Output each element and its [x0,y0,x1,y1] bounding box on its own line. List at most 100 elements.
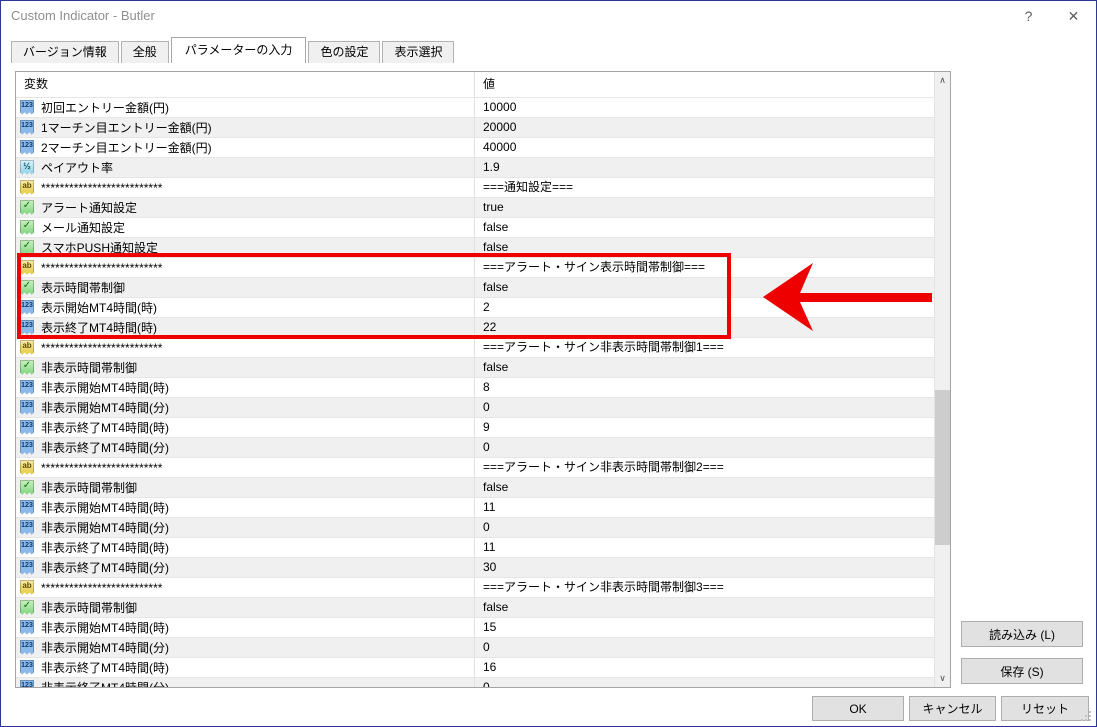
table-row[interactable]: ½ ペイアウト率 1.9 [16,158,934,178]
table-row[interactable]: 123 非表示終了MT4時間(時) 9 [16,418,934,438]
table-row[interactable]: 123 非表示開始MT4時間(分) 0 [16,638,934,658]
tab-colors[interactable]: 色の設定 [308,41,381,63]
table-row[interactable]: 123 非表示開始MT4時間(分) 0 [16,518,934,538]
bool-param-icon: ✓ [20,239,34,255]
table-row[interactable]: ✓ 非表示時間帯制御 false [16,358,934,378]
param-name: 非表示時間帯制御 [41,601,138,615]
param-value[interactable]: false [474,598,934,617]
table-row[interactable]: ✓ 非表示時間帯制御 false [16,478,934,498]
param-name: 非表示開始MT4時間(分) [41,401,169,415]
param-value[interactable]: false [474,478,934,497]
string-param-icon: ab [20,259,34,275]
table-row[interactable]: 123 表示終了MT4時間(時) 22 [16,318,934,338]
param-value[interactable]: 20000 [474,118,934,137]
table-row[interactable]: ✓ アラート通知設定 true [16,198,934,218]
table-row[interactable]: ab ************************** ===アラート・サイ… [16,338,934,358]
tab-version-info[interactable]: バージョン情報 [11,41,119,63]
cancel-button[interactable]: キャンセル [909,696,996,721]
int-param-icon: 123 [20,659,34,675]
bool-param-icon: ✓ [20,479,34,495]
scroll-up-icon[interactable]: ∧ [935,72,950,89]
param-value[interactable]: ===アラート・サイン非表示時間帯制御3=== [474,578,934,597]
param-name: 表示終了MT4時間(時) [41,321,157,335]
param-value[interactable]: ===アラート・サイン非表示時間帯制御1=== [474,338,934,357]
vertical-scrollbar[interactable]: ∧ ∨ [934,72,950,687]
param-value[interactable]: 0 [474,398,934,417]
param-value[interactable]: 22 [474,318,934,337]
table-row[interactable]: ab ************************** ===アラート・サイ… [16,578,934,598]
table-row[interactable]: 123 非表示終了MT4時間(時) 16 [16,658,934,678]
param-value[interactable]: false [474,218,934,237]
param-value[interactable]: ===通知設定=== [474,178,934,197]
table-row[interactable]: ✓ スマホPUSH通知設定 false [16,238,934,258]
column-header-variable: 変数 [24,77,49,91]
param-value[interactable]: true [474,198,934,217]
int-param-icon: 123 [20,119,34,135]
string-param-icon: ab [20,339,34,355]
param-value[interactable]: ===アラート・サイン非表示時間帯制御2=== [474,458,934,477]
table-row[interactable]: 123 表示開始MT4時間(時) 2 [16,298,934,318]
param-value[interactable]: 11 [474,538,934,557]
param-value[interactable]: false [474,238,934,257]
help-button[interactable]: ? [1006,1,1051,31]
param-rows: 123 初回エントリー金額(円) 10000 123 1マーチン目エントリー金額… [16,98,934,687]
param-value[interactable]: 0 [474,518,934,537]
int-param-icon: 123 [20,559,34,575]
param-name: 非表示時間帯制御 [41,481,138,495]
param-value[interactable]: false [474,358,934,377]
param-name: スマホPUSH通知設定 [41,241,158,255]
table-row[interactable]: 123 非表示終了MT4時間(時) 11 [16,538,934,558]
param-value[interactable]: 11 [474,498,934,517]
table-row[interactable]: 123 初回エントリー金額(円) 10000 [16,98,934,118]
tab-visualization[interactable]: 表示選択 [382,41,455,63]
param-value[interactable]: ===アラート・サイン表示時間帯制御=== [474,258,934,277]
param-name: 非表示開始MT4時間(分) [41,641,169,655]
load-button[interactable]: 読み込み (L) [961,621,1083,647]
table-row[interactable]: ✓ メール通知設定 false [16,218,934,238]
table-row[interactable]: 123 非表示開始MT4時間(分) 0 [16,398,934,418]
param-name: 1マーチン目エントリー金額(円) [41,121,212,135]
table-row[interactable]: 123 非表示開始MT4時間(時) 15 [16,618,934,638]
param-name: 非表示開始MT4時間(時) [41,381,169,395]
table-row[interactable]: ✓ 表示時間帯制御 false [16,278,934,298]
param-name: 初回エントリー金額(円) [41,101,169,115]
param-value[interactable]: 16 [474,658,934,677]
table-row[interactable]: ab ************************** ===通知設定=== [16,178,934,198]
param-value[interactable]: 2 [474,298,934,317]
table-row[interactable]: 123 非表示終了MT4時間(分) 0 [16,678,934,687]
tab-parameters-input[interactable]: パラメーターの入力 [170,37,307,63]
scrollbar-thumb[interactable] [935,390,950,545]
param-name: 2マーチン目エントリー金額(円) [41,141,212,155]
param-value[interactable]: 10000 [474,98,934,117]
save-button[interactable]: 保存 (S) [961,658,1083,684]
param-value[interactable]: 0 [474,438,934,457]
param-value[interactable]: 8 [474,378,934,397]
scroll-down-icon[interactable]: ∨ [935,670,950,687]
ok-button[interactable]: OK [812,696,904,721]
double-param-icon: ½ [20,159,34,175]
resize-grip[interactable] [1089,711,1091,713]
table-row[interactable]: 123 非表示開始MT4時間(時) 8 [16,378,934,398]
reset-button[interactable]: リセット [1001,696,1089,721]
param-name: ペイアウト率 [41,161,114,175]
table-row[interactable]: ab ************************** ===アラート・サイ… [16,258,934,278]
param-value[interactable]: 15 [474,618,934,637]
param-value[interactable]: false [474,278,934,297]
table-row[interactable]: 123 非表示開始MT4時間(時) 11 [16,498,934,518]
table-row[interactable]: 123 非表示終了MT4時間(分) 0 [16,438,934,458]
table-row[interactable]: 123 1マーチン目エントリー金額(円) 20000 [16,118,934,138]
table-row[interactable]: 123 2マーチン目エントリー金額(円) 40000 [16,138,934,158]
tab-common[interactable]: 全般 [120,41,169,63]
table-row[interactable]: 123 非表示終了MT4時間(分) 30 [16,558,934,578]
table-row[interactable]: ab ************************** ===アラート・サイ… [16,458,934,478]
param-value[interactable]: 1.9 [474,158,934,177]
param-value[interactable]: 9 [474,418,934,437]
int-param-icon: 123 [20,539,34,555]
param-value[interactable]: 0 [474,638,934,657]
close-icon[interactable]: ✕ [1051,1,1096,31]
table-row[interactable]: ✓ 非表示時間帯制御 false [16,598,934,618]
param-value[interactable]: 40000 [474,138,934,157]
param-value[interactable]: 30 [474,558,934,577]
param-value[interactable]: 0 [474,678,934,687]
param-name: 非表示終了MT4時間(時) [41,661,169,675]
